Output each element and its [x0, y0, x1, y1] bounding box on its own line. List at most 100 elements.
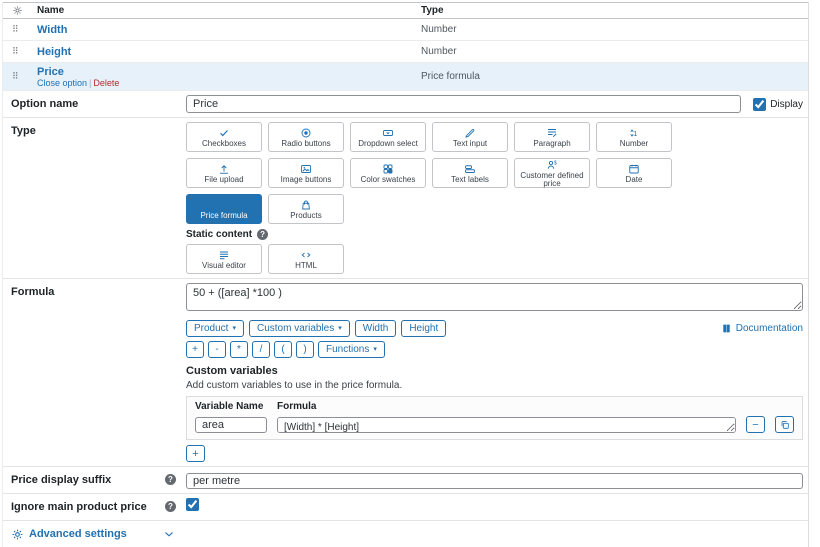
advanced-settings-row[interactable]: Advanced settings	[3, 521, 808, 547]
price-formula-icon: fx	[218, 199, 230, 211]
option-row-price[interactable]: ⠿ Price Close option|Delete Price formul…	[3, 63, 808, 91]
delete-option-link[interactable]: Delete	[93, 78, 119, 88]
option-name-link[interactable]: Width	[37, 24, 421, 36]
image-buttons-icon	[300, 163, 312, 175]
price-display-suffix-label: Price display suffix ?	[3, 467, 184, 493]
svg-text:$: $	[554, 160, 557, 166]
type-tiles-grid: Checkboxes Radio buttons Dropdown select…	[186, 122, 803, 224]
duplicate-variable-button[interactable]	[775, 416, 794, 433]
type-tile-text-input[interactable]: Text input	[432, 122, 508, 152]
operator-minus-button[interactable]: -	[208, 341, 226, 358]
formula-insert-row: Product▾ Custom variables▾ Width Height …	[186, 320, 803, 337]
formula-textarea[interactable]: 50 + ([area] *100 )	[186, 283, 803, 311]
copy-icon	[780, 420, 790, 430]
drag-handle-icon[interactable]: ⠿	[3, 71, 37, 82]
variable-formula-input[interactable]: [Width] * [Height]	[277, 417, 736, 433]
ignore-main-product-price-checkbox[interactable]	[186, 498, 199, 511]
svg-text:fx: fx	[221, 202, 227, 209]
options-table: Name Type ⠿ Width Number ⠿ Height Number…	[3, 2, 808, 91]
checkboxes-icon	[218, 127, 230, 139]
option-row-height[interactable]: ⠿ Height Number	[3, 41, 808, 63]
type-tile-date[interactable]: Date	[596, 158, 672, 188]
type-label: Type	[3, 118, 184, 278]
visual-editor-icon	[218, 249, 230, 261]
advanced-settings-label: Advanced settings	[29, 528, 127, 540]
column-header-name: Name	[37, 5, 421, 16]
close-option-link[interactable]: Close option	[37, 78, 87, 88]
row-actions: Close option|Delete	[37, 79, 421, 88]
functions-dropdown-button[interactable]: Functions▾	[318, 341, 385, 358]
price-display-suffix-input[interactable]	[186, 473, 803, 489]
custom-variables-header: Variable Name Formula	[187, 397, 802, 413]
ignore-main-product-price-label: Ignore main product price ?	[3, 494, 184, 520]
date-icon	[628, 163, 640, 175]
option-type-value: Number	[421, 24, 808, 35]
option-name-link[interactable]: Price	[37, 66, 421, 78]
type-tile-dropdown-select[interactable]: Dropdown select	[350, 122, 426, 152]
variable-name-header: Variable Name	[195, 401, 267, 412]
custom-variable-row: [Width] * [Height] −	[187, 413, 802, 439]
type-tile-customer-defined-price[interactable]: $ Customer defined price	[514, 158, 590, 188]
type-tile-price-formula[interactable]: fx Price formula	[186, 194, 262, 224]
ignore-main-product-price-row: Ignore main product price ?	[3, 494, 808, 521]
operator-plus-button[interactable]: +	[186, 341, 204, 358]
settings-icon	[3, 5, 37, 16]
type-tile-color-swatches[interactable]: Color swatches	[350, 158, 426, 188]
display-checkbox[interactable]	[753, 98, 766, 111]
operator-open-paren-button[interactable]: (	[274, 341, 292, 358]
file-upload-icon	[218, 163, 230, 175]
product-dropdown-button[interactable]: Product▾	[186, 320, 244, 337]
type-tile-products[interactable]: Products	[268, 194, 344, 224]
type-tile-paragraph[interactable]: Paragraph	[514, 122, 590, 152]
option-row-width[interactable]: ⠿ Width Number	[3, 19, 808, 41]
type-tile-file-upload[interactable]: File upload	[186, 158, 262, 188]
type-tile-html[interactable]: HTML	[268, 244, 344, 274]
text-labels-icon	[464, 163, 476, 175]
dropdown-select-icon	[382, 127, 394, 139]
price-display-suffix-row: Price display suffix ?	[3, 467, 808, 494]
operator-close-paren-button[interactable]: )	[296, 341, 314, 358]
help-icon[interactable]: ?	[165, 474, 176, 485]
type-tile-number[interactable]: 1 Number	[596, 122, 672, 152]
option-name-input[interactable]	[186, 95, 741, 113]
type-row: Type Checkboxes Radio buttons Dropdown s…	[3, 118, 808, 279]
chevron-down-icon: ▾	[373, 346, 377, 353]
customer-defined-price-icon: $	[546, 159, 558, 171]
advanced-settings-toggle[interactable]: Advanced settings	[3, 521, 184, 547]
insert-height-button[interactable]: Height	[401, 320, 446, 337]
separator: |	[89, 78, 91, 88]
drag-handle-icon[interactable]: ⠿	[3, 46, 37, 57]
custom-variables-dropdown-button[interactable]: Custom variables▾	[249, 320, 350, 337]
variable-name-input[interactable]	[195, 417, 267, 433]
number-icon: 1	[628, 127, 640, 139]
add-variable-button[interactable]: +	[186, 445, 205, 462]
help-icon[interactable]: ?	[257, 229, 268, 240]
type-tile-text-labels[interactable]: Text labels	[432, 158, 508, 188]
operator-multiply-button[interactable]: *	[230, 341, 248, 358]
type-tile-checkboxes[interactable]: Checkboxes	[186, 122, 262, 152]
paragraph-icon	[546, 127, 558, 139]
variable-formula-header: Formula	[277, 401, 316, 412]
svg-text:1: 1	[633, 128, 637, 137]
products-icon	[300, 199, 312, 211]
chevron-down-icon: ▾	[338, 325, 342, 332]
book-icon	[721, 323, 732, 334]
custom-variables-table: Variable Name Formula [Width] * [Height]…	[186, 396, 803, 440]
type-tile-radio-buttons[interactable]: Radio buttons	[268, 122, 344, 152]
custom-variables-title: Custom variables	[186, 365, 803, 377]
type-tile-image-buttons[interactable]: Image buttons	[268, 158, 344, 188]
option-type-value: Number	[421, 46, 808, 57]
drag-handle-icon[interactable]: ⠿	[3, 24, 37, 35]
type-tile-visual-editor[interactable]: Visual editor	[186, 244, 262, 274]
remove-variable-button[interactable]: −	[746, 416, 765, 433]
insert-width-button[interactable]: Width	[355, 320, 397, 337]
html-icon	[300, 249, 312, 261]
option-name-link[interactable]: Height	[37, 46, 421, 58]
product-options-panel: Name Type ⠿ Width Number ⠿ Height Number…	[2, 2, 809, 547]
static-content-label: Static content ?	[186, 229, 803, 240]
radio-buttons-icon	[300, 127, 312, 139]
documentation-link[interactable]: Documentation	[721, 323, 803, 334]
operator-divide-button[interactable]: /	[252, 341, 270, 358]
help-icon[interactable]: ?	[165, 501, 176, 512]
option-name-label: Option name	[3, 91, 184, 117]
